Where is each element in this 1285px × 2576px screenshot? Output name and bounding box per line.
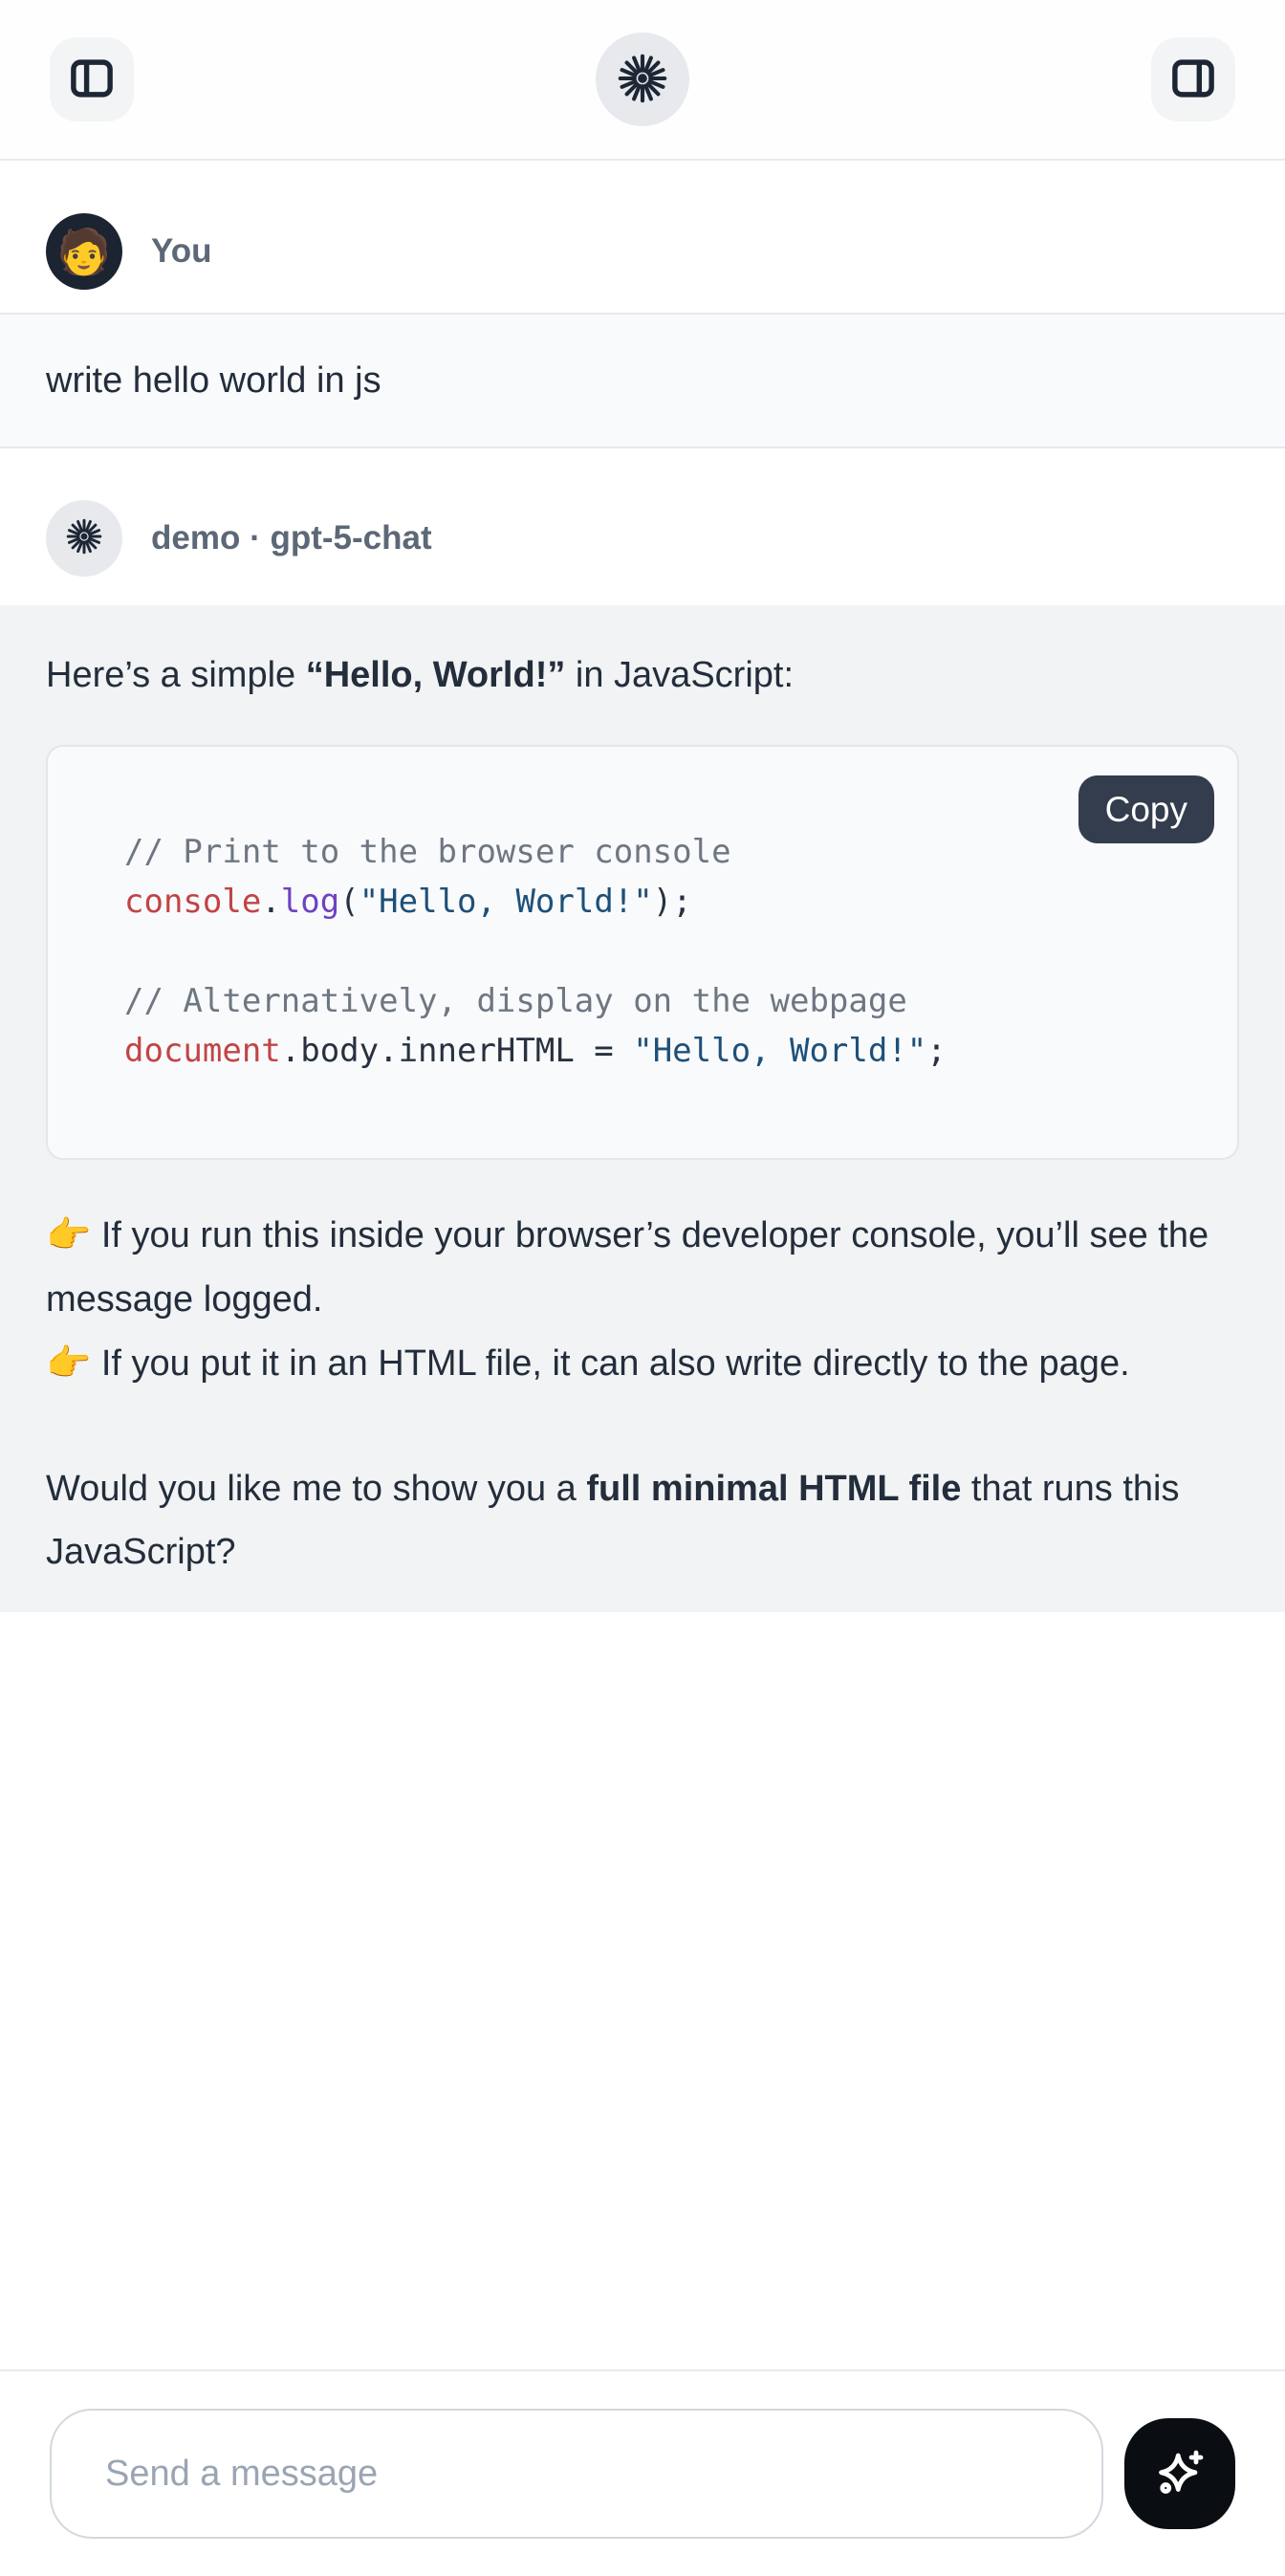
code-token: log xyxy=(281,883,339,921)
assistant-tips-paragraph: 👉 If you run this inside your browser’s … xyxy=(46,1204,1239,1396)
code-line: document.body.innerHTML = "Hello, World!… xyxy=(124,1026,1199,1076)
person-emoji: 🧑 xyxy=(56,229,111,273)
sparkle-plus-icon xyxy=(1151,2444,1209,2504)
user-message-bubble: write hello world in js xyxy=(0,313,1285,448)
panel-right-icon xyxy=(1167,53,1219,107)
assistant-sender-label: demo · gpt-5-chat xyxy=(151,519,432,557)
top-bar xyxy=(0,0,1285,161)
code-token: "Hello, World!" xyxy=(633,1032,926,1070)
closing-text: Would you like me to show you a xyxy=(46,1469,586,1509)
intro-text-suffix: in JavaScript: xyxy=(565,655,794,695)
code-token: . xyxy=(261,883,280,921)
user-message-text: write hello world in js xyxy=(46,360,381,401)
code-comment: // Alternatively, display on the webpage xyxy=(124,982,907,1020)
code-token: "Hello, World!" xyxy=(359,883,653,921)
copy-code-button[interactable]: Copy xyxy=(1078,775,1214,843)
send-button[interactable] xyxy=(1124,2418,1235,2529)
starburst-icon xyxy=(64,516,104,561)
intro-text: Here’s a simple xyxy=(46,655,306,695)
message-input[interactable] xyxy=(103,2453,1050,2496)
code-token: document xyxy=(124,1032,281,1070)
composer-bar xyxy=(0,2369,1285,2576)
user-sender-label: You xyxy=(151,232,212,271)
code-token: .body.innerHTML = xyxy=(281,1032,633,1070)
code-block: Copy // Print to the browser console cons… xyxy=(46,745,1239,1160)
code-token: ); xyxy=(653,883,692,921)
model-menu-button[interactable] xyxy=(596,33,689,126)
intro-bold-text: “Hello, World!” xyxy=(306,655,566,695)
assistant-avatar xyxy=(46,500,122,577)
code-line: console.log("Hello, World!"); xyxy=(124,877,1199,927)
code-token: ; xyxy=(926,1032,946,1070)
code-comment: // Print to the browser console xyxy=(124,833,731,871)
assistant-closing-paragraph: Would you like me to show you a full min… xyxy=(46,1457,1239,1583)
code-line: // Alternatively, display on the webpage xyxy=(124,976,1199,1026)
user-avatar: 🧑 xyxy=(46,213,122,290)
code-line-blank xyxy=(124,927,1199,976)
code-line: // Print to the browser console xyxy=(124,827,1199,877)
assistant-intro-paragraph: Here’s a simple “Hello, World!” in JavaS… xyxy=(46,644,1239,707)
toggle-left-sidebar-button[interactable] xyxy=(50,37,134,121)
starburst-icon xyxy=(615,51,670,109)
code-token: ( xyxy=(339,883,359,921)
code-token: console xyxy=(124,883,261,921)
code-content: // Print to the browser console console.l… xyxy=(48,747,1237,1158)
panel-left-icon xyxy=(66,53,118,107)
tip-line: 👉 If you put it in an HTML file, it can … xyxy=(46,1343,1130,1384)
assistant-message-header: demo · gpt-5-chat xyxy=(0,500,1285,577)
user-message-header: 🧑 You xyxy=(0,213,1285,290)
toggle-right-sidebar-button[interactable] xyxy=(1151,37,1235,121)
chat-app: 🧑 You write hello world in js xyxy=(0,0,1285,2576)
assistant-message-bubble: Here’s a simple “Hello, World!” in JavaS… xyxy=(0,605,1285,1612)
tip-line: 👉 If you run this inside your browser’s … xyxy=(46,1215,1209,1320)
message-input-container[interactable] xyxy=(50,2409,1103,2539)
closing-bold-text: full minimal HTML file xyxy=(586,1469,961,1509)
